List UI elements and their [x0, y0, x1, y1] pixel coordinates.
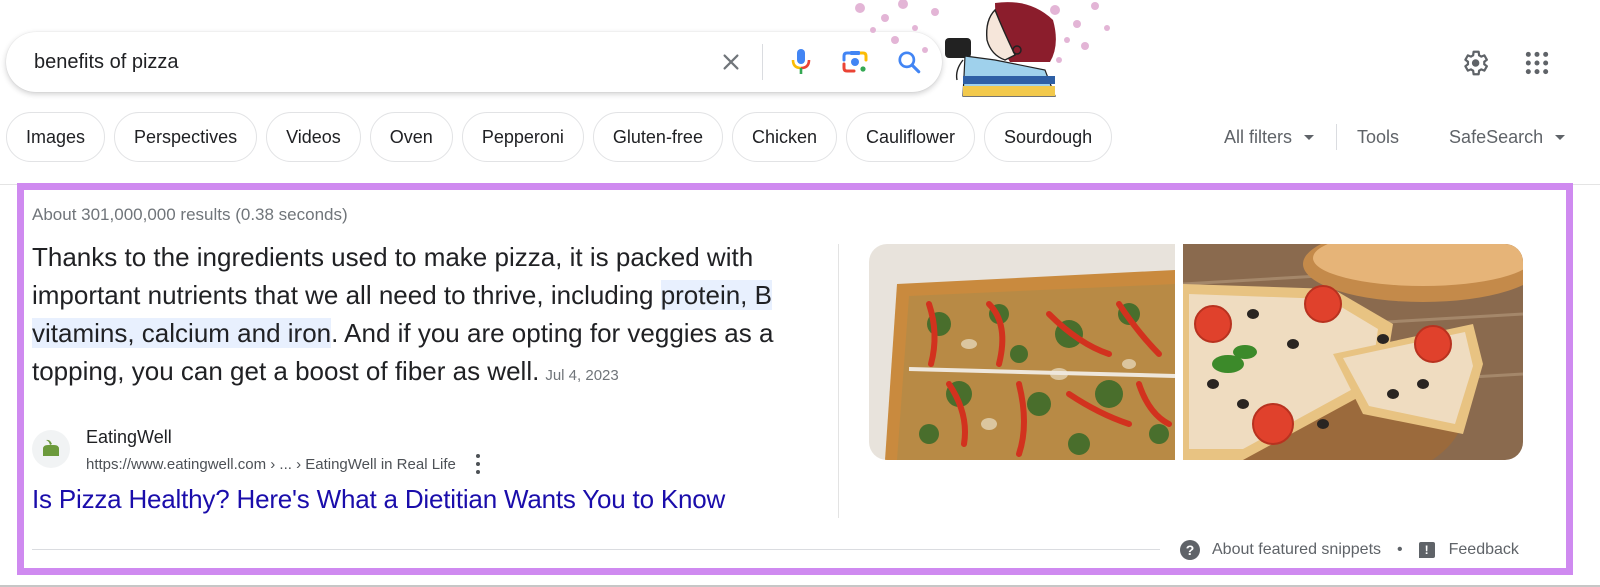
snippet-vertical-divider [838, 244, 839, 518]
snippet-text-before: Thanks to the ingredients used to make p… [32, 242, 754, 310]
help-icon: ? [1180, 540, 1200, 560]
search-input[interactable] [34, 32, 674, 92]
search-chips: Images Perspectives Videos Oven Pepperon… [6, 112, 1113, 162]
chevron-down-icon [1304, 134, 1315, 140]
snippet-image-round-pizza[interactable] [1183, 244, 1523, 460]
safesearch-button[interactable]: SafeSearch [1449, 126, 1566, 148]
apps-grid-icon[interactable] [1524, 50, 1550, 76]
chip-oven[interactable]: Oven [369, 112, 453, 162]
snippet-date: Jul 4, 2023 [545, 367, 619, 384]
feedback-label: Feedback [1448, 541, 1519, 558]
about-featured-snippets-link[interactable]: ? About featured snippets [1180, 540, 1381, 560]
close-icon[interactable] [716, 47, 746, 77]
safesearch-label: SafeSearch [1449, 126, 1544, 147]
source-url[interactable]: https://www.eatingwell.com › ... › Eatin… [86, 456, 456, 473]
source-name[interactable]: EatingWell [86, 427, 172, 448]
chip-cauliflower[interactable]: Cauliflower [845, 112, 976, 162]
search-box [6, 32, 942, 92]
filter-divider [1336, 124, 1338, 150]
feedback-link[interactable]: ! Feedback [1418, 541, 1519, 559]
chip-sourdough[interactable]: Sourdough [984, 112, 1113, 162]
gear-icon[interactable] [1460, 48, 1490, 78]
chip-pepperoni[interactable]: Pepperoni [461, 112, 584, 162]
footer-separator: • [1397, 541, 1403, 558]
all-filters-button[interactable]: All filters [1224, 126, 1315, 148]
snippet-image-veggie-pizza[interactable] [869, 244, 1175, 460]
eatingwell-favicon[interactable] [32, 430, 70, 468]
filter-toolbar: All filters Tools SafeSearch [1224, 112, 1566, 162]
tools-label: Tools [1357, 126, 1400, 147]
chevron-down-icon [1555, 134, 1566, 140]
snippet-footer: ? About featured snippets • ! Feedback [1180, 538, 1519, 562]
footer-divider [32, 549, 1160, 550]
more-vert-icon[interactable] [474, 454, 482, 474]
search-box-divider [762, 44, 763, 80]
about-featured-snippets-label: About featured snippets [1212, 541, 1382, 558]
chip-chicken[interactable]: Chicken [731, 112, 837, 162]
chip-videos[interactable]: Videos [266, 112, 361, 162]
feedback-icon: ! [1418, 542, 1435, 558]
result-title-link[interactable]: Is Pizza Healthy? Here's What a Dietitia… [32, 484, 725, 515]
result-stats: About 301,000,000 results (0.38 seconds) [32, 205, 348, 224]
chip-images[interactable]: Images [6, 112, 106, 162]
chip-gluten-free[interactable]: Gluten-free [592, 112, 723, 162]
microphone-icon[interactable] [786, 47, 816, 77]
google-doodle[interactable] [845, 0, 1135, 100]
all-filters-label: All filters [1224, 126, 1293, 147]
tools-button[interactable]: Tools [1357, 127, 1399, 148]
featured-snippet-text: Thanks to the ingredients used to make p… [32, 238, 832, 395]
chip-perspectives[interactable]: Perspectives [114, 112, 258, 162]
source-url-row: https://www.eatingwell.com › ... › Eatin… [86, 454, 482, 474]
